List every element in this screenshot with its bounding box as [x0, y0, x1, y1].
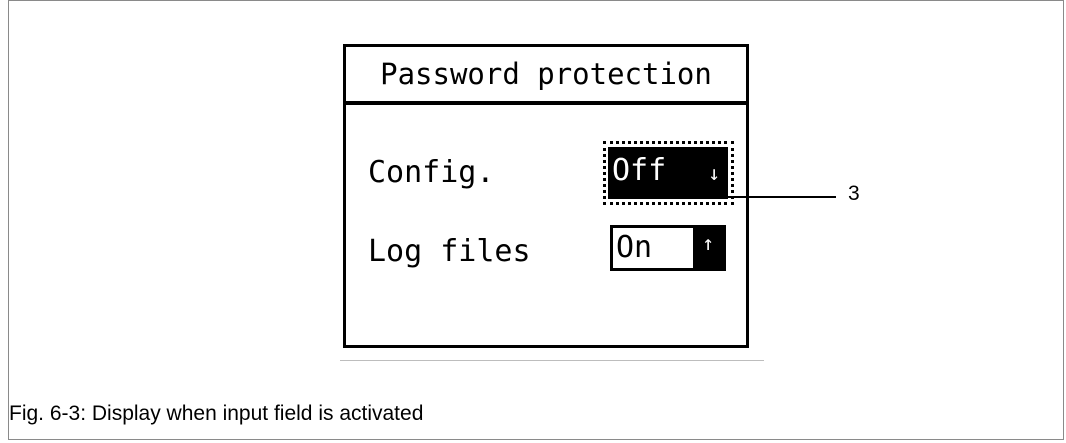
- config-value: Off: [612, 153, 667, 188]
- figure-caption: Fig. 6-3: Display when input field is ac…: [9, 402, 424, 425]
- config-input-field[interactable]: Off ↓: [608, 147, 728, 199]
- callout-number: 3: [848, 182, 860, 205]
- callout-line: [719, 196, 836, 198]
- log-files-value: On: [616, 230, 653, 265]
- arrow-up-icon: ↑: [693, 228, 723, 268]
- config-label: Config.: [368, 155, 495, 190]
- display-title: Password protection: [346, 47, 746, 105]
- lcd-display: Password protection Config. Off ↓ Log fi…: [343, 44, 749, 348]
- log-files-label: Log files: [368, 234, 531, 269]
- divider: [340, 360, 764, 361]
- log-files-input-field[interactable]: On ↑: [610, 225, 726, 271]
- arrow-down-icon: ↓: [707, 161, 720, 185]
